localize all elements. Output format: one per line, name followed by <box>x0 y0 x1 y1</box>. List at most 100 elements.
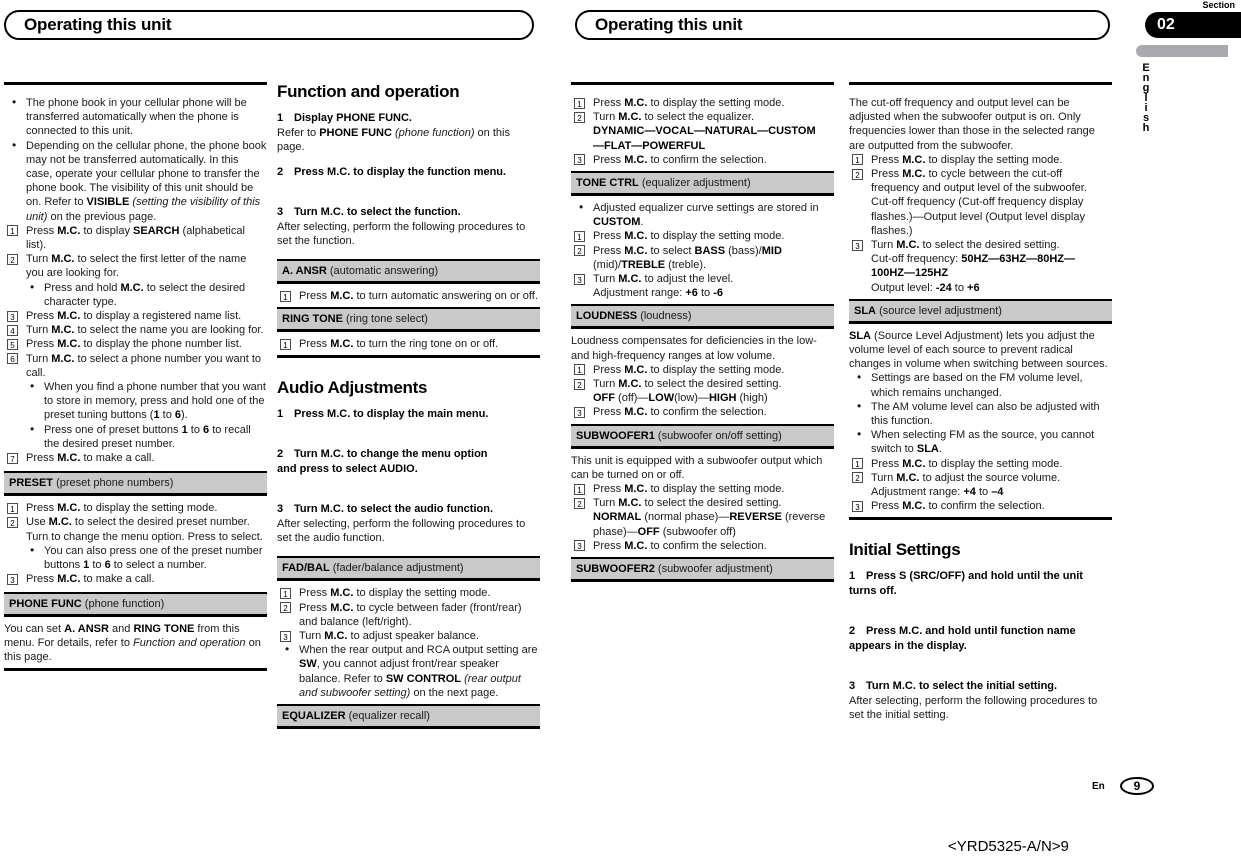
list-item: OFF (off)—LOW(low)—HIGH (high) <box>593 392 768 405</box>
list-item: 5 Press M.C. to display the phone number … <box>4 337 267 351</box>
function-bar-equalizer: EQUALIZER (equalizer recall) <box>277 704 540 730</box>
footer-language-code: En <box>1092 781 1105 792</box>
fad-bal-note-list: When the rear output and RCA output sett… <box>277 642 540 700</box>
list-item: 3 Press M.C. to confirm the selection. <box>849 499 1112 513</box>
procedure-step-title: 2 Press M.C. to display the function menu… <box>277 166 507 178</box>
ring-tone-body: 1 Press M.C. to turn the ring tone on or … <box>277 332 540 355</box>
list-item: 3 Press M.C. to confirm the selection. <box>571 539 834 553</box>
step-marker: 1 <box>574 364 585 376</box>
list-item: 1 Press M.C. to display the setting mode. <box>849 457 1112 471</box>
phonebook-bullet-list: The phone book in your cellular phone wi… <box>4 95 267 224</box>
function-bar-loudness-name: LOUDNESS <box>576 310 638 323</box>
step-marker: 5 <box>7 338 18 350</box>
heading-audio-adjustments: Audio Adjustments <box>277 378 428 398</box>
function-bar-a-ansr-name: A. ANSR <box>282 265 327 277</box>
sub-bullet-list: You can also press one of the preset num… <box>4 543 267 572</box>
list-item: Cut-off frequency (Cut-off frequency dis… <box>849 195 1112 238</box>
list-item: —FLAT—POWERFUL <box>571 139 834 153</box>
column-three: 1 Press M.C. to display the setting mode.… <box>571 82 834 583</box>
step-marker: 6 <box>7 353 18 365</box>
list-item: 2 Press M.C. to cycle between the cut-off… <box>849 167 1112 195</box>
list-item: DYNAMIC—VOCAL—NATURAL—CUSTOM <box>571 124 834 138</box>
procedure-step-body <box>277 180 540 194</box>
step-marker: 1 <box>280 587 291 599</box>
page-header-right: Operating this unit <box>575 10 1110 40</box>
list-item: Cut-off frequency: 50HZ—63HZ—80HZ— <box>871 253 1075 266</box>
list-item: 3 Turn M.C. to select the desired setting… <box>849 238 1112 252</box>
step-marker: 2 <box>852 168 863 180</box>
list-item: 1 Press M.C. to display the setting mode. <box>571 229 834 243</box>
step-marker: 2 <box>7 253 18 265</box>
list-item: When you find a phone number that you wa… <box>4 379 267 451</box>
subwoofer2-step2-extra: Cut-off frequency (Cut-off frequency dis… <box>871 196 1085 237</box>
procedure-step-body <box>849 599 1112 613</box>
list-item: 2 Press M.C. to cycle between fader (fron… <box>277 601 540 629</box>
list-item: 3 Press M.C. to confirm the selection. <box>571 405 834 419</box>
step-marker: 2 <box>574 111 585 123</box>
equalizer-options-line1: DYNAMIC—VOCAL—NATURAL—CUSTOM <box>593 125 816 138</box>
step-marker: 3 <box>574 406 585 418</box>
section-number-badge: 02 <box>1145 12 1241 38</box>
column-four: The cut-off frequency and output level c… <box>849 82 1112 733</box>
step-marker: 2 <box>574 497 585 509</box>
procedure-step-title-cont: appears in the display. <box>849 640 967 653</box>
procedure-step-body <box>277 477 540 491</box>
procedure-step-title: 1 Press S (SRC/OFF) and hold until the un… <box>849 570 1083 583</box>
tone-ctrl-body: Adjusted equalizer curve settings are st… <box>571 196 834 304</box>
list-item: 4 Turn M.C. to select the name you are lo… <box>4 323 267 337</box>
list-item: 7 Press M.C. to make a call. <box>4 451 267 465</box>
procedure-step-title: 3 Turn M.C. to select the initial setting… <box>849 680 1058 693</box>
rule-after-ring-tone <box>277 355 540 359</box>
step-marker: 3 <box>7 573 18 585</box>
page-header-left: Operating this unit <box>4 10 534 40</box>
step-marker: 1 <box>852 458 863 470</box>
list-item: The phone book in your cellular phone wi… <box>4 95 267 139</box>
step-marker: 1 <box>574 97 585 109</box>
list-item: 2 Use M.C. to select the desired preset n… <box>4 515 267 543</box>
step-marker: 1 <box>280 290 291 302</box>
sla-body: SLA (Source Level Adjustment) lets you a… <box>849 324 1112 518</box>
list-item: 2 Turn M.C. to adjust the source volume. <box>849 471 1112 485</box>
list-item: You can also press one of the preset num… <box>4 543 267 572</box>
procedure-step-title-cont: and press to select AUDIO. <box>277 463 418 476</box>
rule-top-col1 <box>4 82 267 85</box>
step-marker: 2 <box>574 245 585 257</box>
step-marker: 2 <box>852 472 863 484</box>
step-marker: 4 <box>7 324 18 336</box>
step-marker: 3 <box>852 500 863 512</box>
equalizer-body: 1 Press M.C. to display the setting mode.… <box>571 92 834 171</box>
procedure-step-title: 3 Turn M.C. to select the audio function. <box>277 503 494 516</box>
sla-note-list: Settings are based on the FM volume leve… <box>849 370 1112 456</box>
subwoofer2-body: The cut-off frequency and output level c… <box>849 92 1112 299</box>
list-item: You can also press one of the preset num… <box>4 543 267 572</box>
list-item: When you find a phone number that you wa… <box>4 379 267 423</box>
list-item: 3 Turn M.C. to adjust the level. <box>571 272 834 286</box>
preset-steps: 1 Press M.C. to display the setting mode.… <box>4 501 267 586</box>
procedure-step-body: After selecting, perform the following p… <box>277 518 526 545</box>
rule-top-col3 <box>571 82 834 85</box>
function-bar-fad-bal-name: FAD/BAL <box>282 562 330 575</box>
list-item: 1 Press M.C. to display the setting mode. <box>571 482 834 496</box>
subwoofer1-paragraph: This unit is equipped with a subwoofer o… <box>571 454 823 481</box>
function-bar-preset-name: PRESET <box>9 477 54 490</box>
equalizer-options-line2: —FLAT—POWERFUL <box>593 139 706 152</box>
document-code: <YRD5325-A/N>9 <box>948 838 1069 855</box>
fad-bal-body: 1 Press M.C. to display the setting mode.… <box>277 581 540 704</box>
list-item: 2 Turn M.C. to select the first letter of… <box>4 252 267 280</box>
list-item: Adjusted equalizer curve settings are st… <box>571 200 834 229</box>
step-marker: 1 <box>574 483 585 495</box>
list-item: 1 Press M.C. to turn the ring tone on or … <box>277 337 540 351</box>
list-item: 6 Turn M.C. to select a phone number you … <box>4 352 267 380</box>
loudness-body: Loudness compensates for deficiencies in… <box>571 329 834 423</box>
function-bar-ring-tone: RING TONE (ring tone select) <box>277 307 540 333</box>
footer-page-number: 9 <box>1120 777 1154 795</box>
function-bar-tone-ctrl-name: TONE CTRL <box>576 177 639 190</box>
phonebook-notes: The phone book in your cellular phone wi… <box>4 92 267 465</box>
list-item: 3 Press M.C. to make a call. <box>4 572 267 586</box>
list-item: 3 Press M.C. to display a registered name… <box>4 309 267 323</box>
a-ansr-steps: 1 Press M.C. to turn automatic answering … <box>277 289 540 303</box>
function-bar-ring-tone-name: RING TONE <box>282 313 343 326</box>
function-bar-subwoofer2-desc: (subwoofer adjustment) <box>657 563 773 576</box>
subwoofer2-paragraph: The cut-off frequency and output level c… <box>849 97 1095 152</box>
function-bar-subwoofer1-name: SUBWOOFER1 <box>576 429 655 442</box>
